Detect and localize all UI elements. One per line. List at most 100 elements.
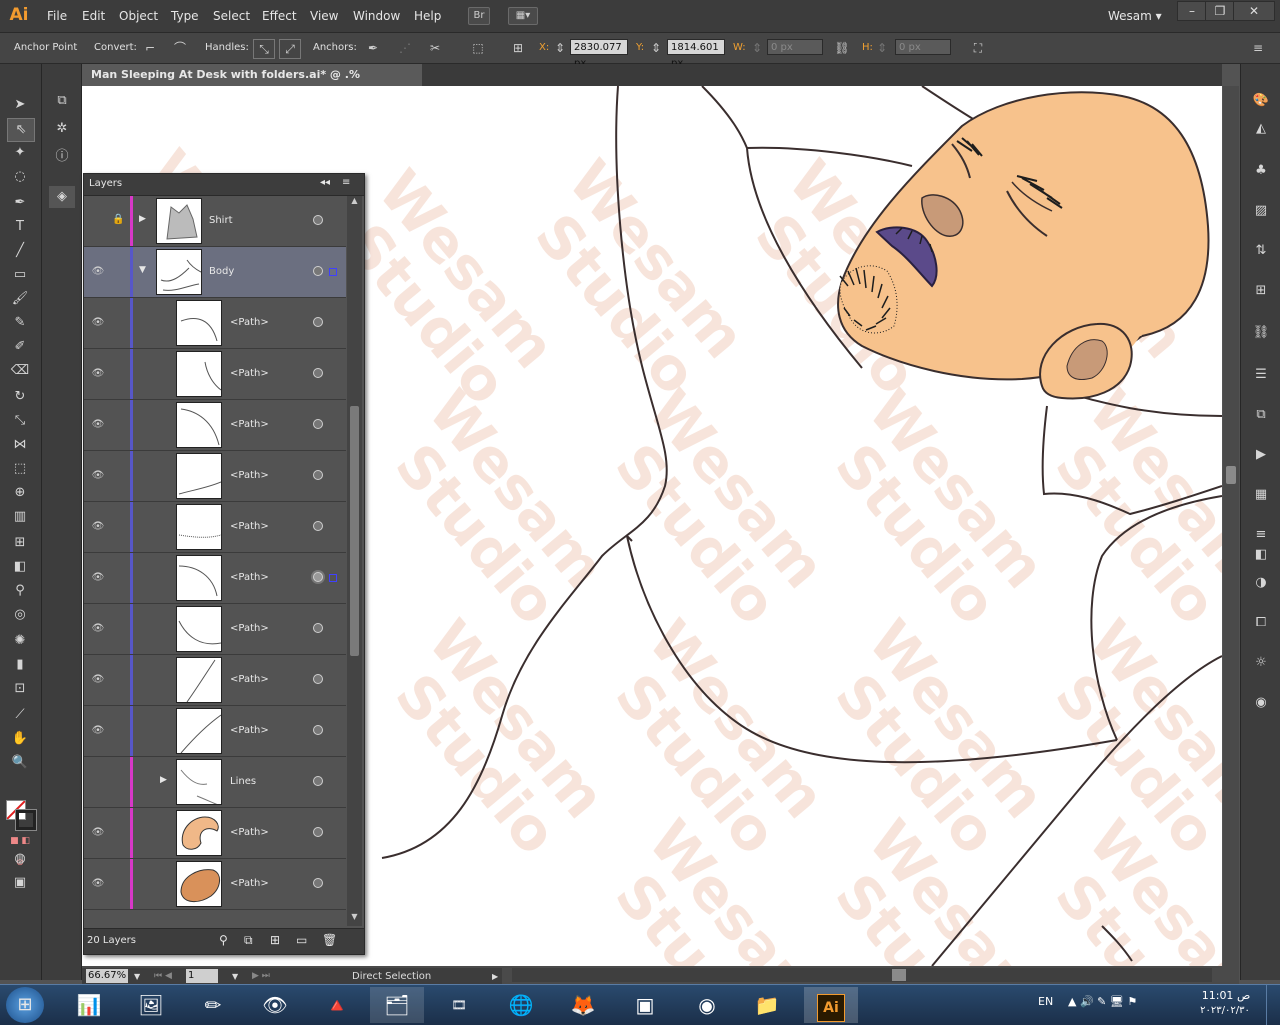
layers-scrollbar[interactable]: ▲ ▼: [347, 196, 362, 926]
tray-icons[interactable]: ▲ 🔊 ✎ 🖥 ⚑: [1068, 995, 1137, 1008]
first-artboard-icon[interactable]: ⏮ ◀: [154, 968, 172, 985]
target-icon[interactable]: [313, 419, 323, 429]
line-tool-icon[interactable]: ╱: [7, 240, 33, 262]
rotate-tool-icon[interactable]: ↻: [7, 386, 33, 408]
constrain-proportions-icon[interactable]: ⛓: [832, 39, 852, 57]
gradient-tool-icon[interactable]: ◧: [7, 556, 33, 578]
visibility-eye-icon[interactable]: 👁: [90, 655, 106, 705]
clock-time[interactable]: 11:01 ص: [1196, 989, 1256, 1002]
control-menu-icon[interactable]: ≡: [1248, 39, 1268, 57]
layers-panel-icon[interactable]: ◈: [49, 186, 75, 208]
menu-object[interactable]: Object: [119, 0, 158, 32]
menu-edit[interactable]: Edit: [82, 0, 105, 32]
mesh-tool-icon[interactable]: ⊞: [7, 532, 33, 554]
menu-select[interactable]: Select: [213, 0, 250, 32]
layer-row-path[interactable]: 👁 <Path>: [84, 349, 346, 400]
magic-wand-tool-icon[interactable]: ✦: [7, 142, 33, 164]
visibility-eye-icon[interactable]: 👁: [90, 451, 106, 501]
next-artboard-icon[interactable]: ▶ ⏭: [252, 968, 270, 985]
column-graph-tool-icon[interactable]: ▮: [7, 654, 33, 676]
target-icon[interactable]: [313, 725, 323, 735]
align-panel-icon[interactable]: ☰: [1249, 364, 1273, 386]
gradient-panel-icon[interactable]: ◧: [1249, 544, 1273, 566]
show-handles-icon[interactable]: ⤡: [253, 39, 275, 59]
visibility-eye-icon[interactable]: 👁: [90, 400, 106, 450]
pen-tool-icon[interactable]: ✒: [7, 192, 33, 214]
eraser-tool-icon[interactable]: ⌫: [7, 360, 33, 382]
draw-mode-icon[interactable]: ◍: [7, 848, 33, 870]
info-panel-icon[interactable]: ⓘ: [49, 146, 75, 168]
layer-row-lines[interactable]: ▶ Lines: [84, 757, 346, 808]
direct-selection-tool-icon[interactable]: ⇖: [7, 118, 35, 142]
symbols-icon[interactable]: ⇅: [1249, 240, 1273, 262]
arrange-documents-button[interactable]: ▦▾: [508, 7, 538, 25]
new-layer-icon[interactable]: ▭: [296, 933, 307, 947]
layers-scroll-thumb[interactable]: [350, 406, 359, 656]
menu-file[interactable]: File: [47, 0, 67, 32]
layer-row-path[interactable]: 👁 <Path>: [84, 706, 346, 757]
shape-builder-tool-icon[interactable]: ⊕: [7, 482, 33, 504]
file-explorer-icon[interactable]: 📁: [740, 987, 794, 1023]
collapse-panel-icon[interactable]: ◂◂: [320, 177, 330, 188]
layers-menu-icon[interactable]: ≡: [342, 177, 350, 188]
menu-effect[interactable]: Effect: [262, 0, 297, 32]
brushes-panel-icon[interactable]: ▨: [1249, 200, 1273, 222]
target-icon[interactable]: [313, 368, 323, 378]
workspace-switcher[interactable]: Wesam ▾: [1108, 0, 1162, 32]
pencil-tool-icon[interactable]: ✎: [7, 312, 33, 334]
connect-anchors-icon[interactable]: ⋰: [395, 39, 415, 57]
slice-tool-icon[interactable]: ⟋: [7, 704, 33, 726]
symbols-panel-icon[interactable]: ✲: [49, 118, 75, 140]
scale-tool-icon[interactable]: ⤡: [7, 410, 33, 432]
visibility-eye-icon[interactable]: 👁: [90, 808, 106, 858]
firefox-icon[interactable]: 🦊: [556, 987, 610, 1023]
chrome-icon[interactable]: ◉: [680, 987, 734, 1023]
reference-point-icon[interactable]: ⊞: [508, 39, 528, 57]
target-icon[interactable]: [313, 521, 323, 531]
convert-corner-icon[interactable]: ⌐: [140, 39, 160, 57]
collapse-arrow-icon[interactable]: ▼: [139, 265, 146, 275]
artboards-panel-icon[interactable]: ⧉: [49, 90, 75, 112]
visibility-eye-icon[interactable]: 👁: [90, 247, 106, 297]
scroll-up-icon[interactable]: ▲: [347, 196, 362, 210]
type-tool-icon[interactable]: T: [7, 216, 33, 238]
zoom-dropdown-icon[interactable]: ▼: [134, 968, 140, 985]
y-stepper-icon[interactable]: ⇕: [650, 39, 662, 57]
visibility-eye-icon[interactable]: 👁: [90, 859, 106, 909]
isolate-icon[interactable]: ⬚: [468, 39, 488, 57]
layer-row-path[interactable]: 👁 <Path>: [84, 502, 346, 553]
h-field[interactable]: 0 px: [895, 39, 951, 55]
close-window-button[interactable]: ✕: [1233, 1, 1275, 21]
vertical-scroll-thumb[interactable]: [1226, 466, 1236, 484]
artboard-number-field[interactable]: 1: [186, 969, 218, 983]
target-icon[interactable]: [313, 827, 323, 837]
cut-path-icon[interactable]: ✂: [425, 39, 445, 57]
screen-mode-icon[interactable]: ▣: [7, 872, 33, 894]
zoom-tool-icon[interactable]: 🔍: [7, 752, 33, 774]
free-transform-tool-icon[interactable]: ⬚: [7, 458, 33, 480]
taskbar-app-icon[interactable]: 🗂: [370, 987, 424, 1023]
paintbrush-tool-icon[interactable]: 🖌: [7, 288, 33, 310]
w-stepper-icon[interactable]: ⇕: [751, 39, 763, 57]
transform-icon[interactable]: ⛶: [968, 39, 988, 57]
target-icon[interactable]: [313, 878, 323, 888]
selection-indicator[interactable]: [329, 268, 337, 276]
visibility-eye-icon[interactable]: 👁: [90, 604, 106, 654]
target-icon[interactable]: [313, 215, 323, 225]
target-icon[interactable]: [313, 776, 323, 786]
actions-panel-icon[interactable]: ▶: [1249, 444, 1273, 466]
target-icon[interactable]: [313, 623, 323, 633]
new-sublayer-icon[interactable]: ⊞: [270, 933, 280, 947]
horizontal-scroll-thumb[interactable]: [892, 969, 906, 981]
lasso-tool-icon[interactable]: ◌: [7, 166, 33, 188]
blob-brush-tool-icon[interactable]: ✐: [7, 336, 33, 358]
stroke-swatch-icon[interactable]: [16, 810, 36, 830]
x-field[interactable]: 2830.077 px: [570, 39, 628, 69]
target-icon[interactable]: [313, 266, 323, 276]
edge-icon[interactable]: 🌐: [494, 987, 548, 1023]
bridge-button[interactable]: Br: [468, 7, 490, 25]
selection-tool-icon[interactable]: ➤: [7, 94, 33, 116]
pathfinder-panel-icon[interactable]: ⧉: [1249, 404, 1273, 426]
visibility-eye-icon[interactable]: 👁: [90, 706, 106, 756]
menu-help[interactable]: Help: [414, 0, 441, 32]
